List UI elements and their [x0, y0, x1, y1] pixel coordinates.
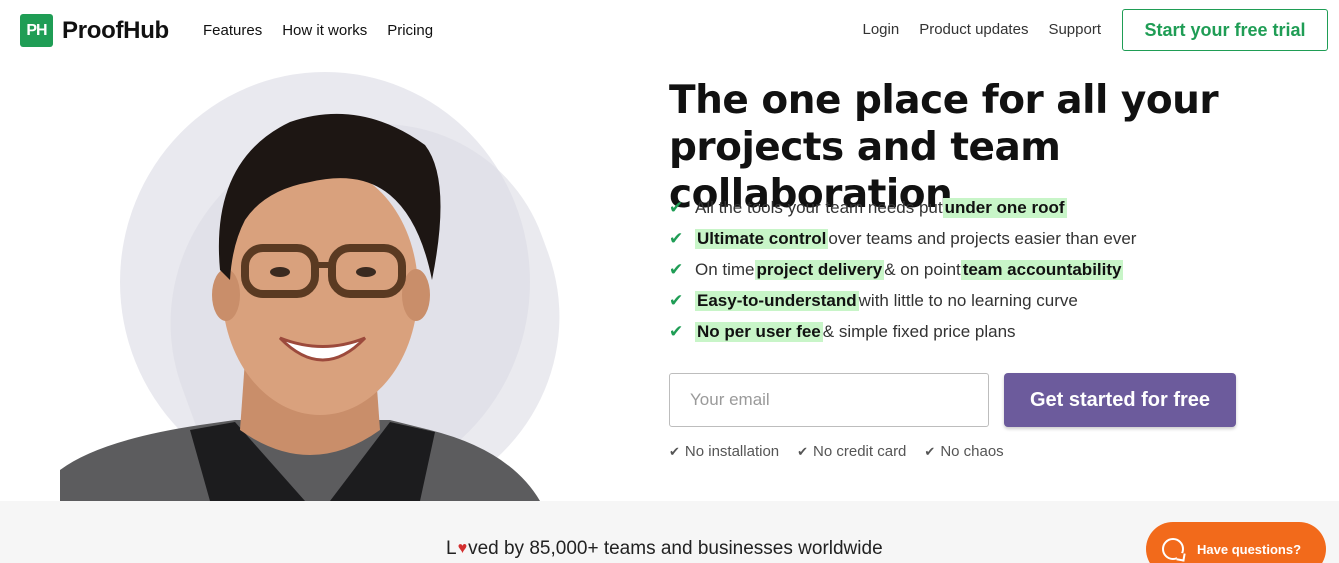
checkmark-icon: ✔: [797, 444, 809, 459]
checkmark-icon: ✔: [669, 228, 684, 248]
nav-login-link[interactable]: Login: [863, 21, 900, 38]
perks-list: ✔ No installation ✔ No credit card ✔ No cha…: [669, 443, 1004, 460]
feature-list: ✔ All the tools your team needs put unde…: [669, 192, 1136, 347]
perk-item: ✔ No credit card: [797, 443, 907, 460]
perk-item: ✔ No installation: [669, 443, 780, 460]
feature-highlight: No per user fee: [695, 321, 823, 342]
perk-item: ✔ No chaos: [924, 443, 1004, 460]
feature-highlight: Ultimate control: [695, 228, 829, 249]
feature-item: ✔ On time project delivery & on point te…: [669, 259, 1124, 280]
feature-highlight: team accountability: [960, 259, 1124, 280]
feature-highlight: Easy-to-understand: [695, 290, 859, 311]
chat-label: Have questions?: [1197, 541, 1302, 557]
get-started-button[interactable]: Get started for free: [1004, 373, 1236, 427]
feature-item: ✔ All the tools your team needs put unde…: [669, 197, 1067, 218]
nav-how-it-works-link[interactable]: How it works: [282, 22, 367, 39]
secondary-nav: Login Product updates Support: [863, 21, 1102, 38]
chat-widget-button[interactable]: Have questions?: [1146, 522, 1326, 563]
primary-nav: Features How it works Pricing: [203, 22, 433, 39]
checkmark-icon: ✔: [669, 290, 684, 310]
feature-item: ✔ Easy-to-understand with little to no l…: [669, 290, 1078, 311]
feature-highlight: under one roof: [942, 197, 1067, 218]
email-input[interactable]: [669, 373, 989, 427]
logo-mark-icon: PH: [20, 14, 53, 47]
social-proof-text: L ♥ ved by 85,000+ teams and businesses wo…: [446, 538, 883, 559]
hero-image: [60, 70, 580, 501]
nav-product-updates-link[interactable]: Product updates: [919, 21, 1028, 38]
heart-icon: ♥: [457, 540, 468, 557]
checkmark-icon: ✔: [669, 259, 684, 279]
checkmark-icon: ✔: [669, 321, 684, 341]
nav-features-link[interactable]: Features: [203, 22, 262, 39]
logo-text: ProofHub: [62, 16, 169, 44]
checkmark-icon: ✔: [669, 197, 684, 217]
chat-bubble-icon: [1162, 538, 1184, 560]
checkmark-icon: ✔: [669, 444, 680, 459]
site-header: PH ProofHub Features How it works Pricin…: [0, 0, 1339, 62]
nav-pricing-link[interactable]: Pricing: [387, 22, 433, 39]
feature-item: ✔ No per user fee & simple fixed price p…: [669, 321, 1016, 342]
nav-support-link[interactable]: Support: [1048, 21, 1101, 38]
checkmark-icon: ✔: [924, 444, 936, 459]
feature-item: ✔ Ultimate control over teams and projec…: [669, 228, 1137, 249]
feature-highlight: project delivery: [754, 259, 885, 280]
logo[interactable]: PH ProofHub: [20, 14, 169, 47]
start-free-trial-button[interactable]: Start your free trial: [1122, 9, 1328, 51]
